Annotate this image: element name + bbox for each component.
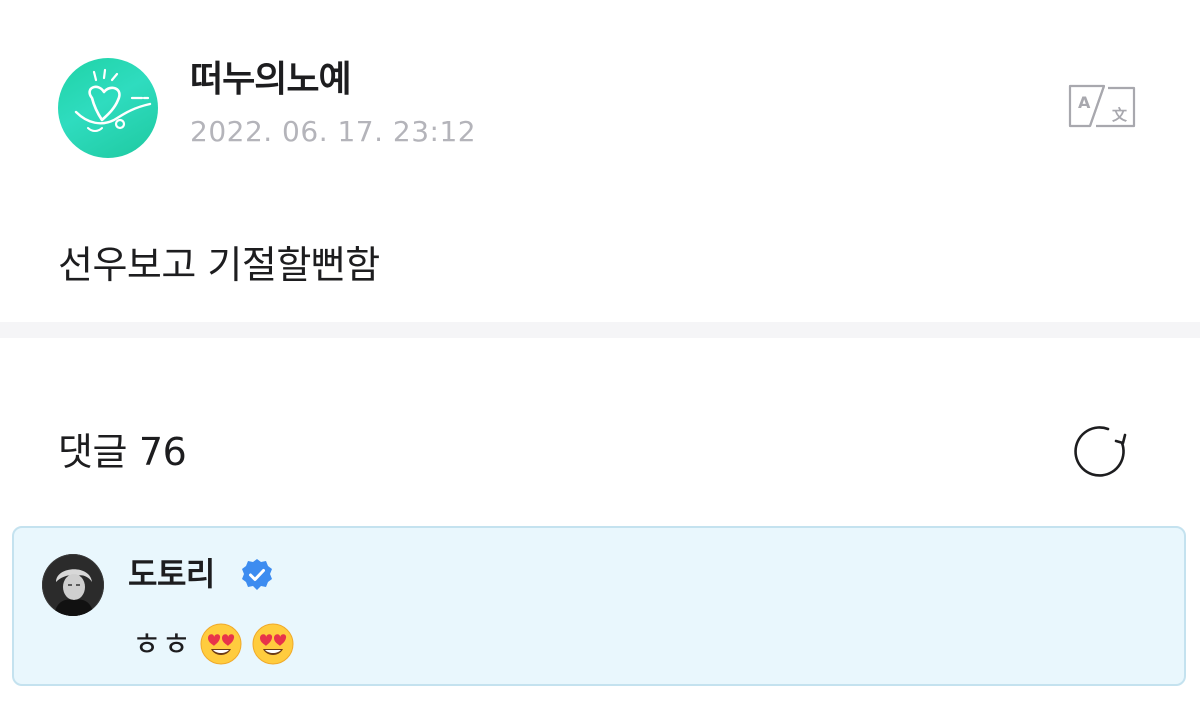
translate-icon: A 文 bbox=[1068, 84, 1136, 128]
author-name[interactable]: 떠누의노예 bbox=[190, 58, 352, 102]
refresh-button[interactable] bbox=[1070, 421, 1132, 483]
post-date: 2022. 06. 17. 23:12 bbox=[190, 115, 477, 148]
comments-label: 댓글 bbox=[58, 430, 127, 474]
commenter-name[interactable]: 도토리 bbox=[128, 554, 215, 594]
comment-item[interactable]: 도토리 ㅎㅎ bbox=[12, 526, 1186, 686]
svg-text:文: 文 bbox=[1112, 106, 1128, 124]
post-body-text: 선우보고 기절할뻔함 bbox=[58, 243, 380, 287]
heart-eyes-emoji-icon bbox=[251, 622, 295, 666]
section-divider bbox=[0, 322, 1200, 338]
comment-text: ㅎㅎ bbox=[132, 622, 295, 666]
verified-badge-icon bbox=[240, 558, 274, 592]
person-photo-icon bbox=[42, 554, 104, 616]
commenter-avatar[interactable] bbox=[42, 554, 104, 616]
refresh-icon bbox=[1074, 426, 1127, 477]
author-avatar[interactable] bbox=[58, 58, 158, 158]
heart-eyes-emoji-icon bbox=[199, 622, 243, 666]
comment-text-content: ㅎㅎ bbox=[132, 625, 191, 663]
svg-text:A: A bbox=[1078, 93, 1091, 112]
comments-count: 76 bbox=[138, 430, 187, 474]
heart-doodle-icon bbox=[74, 68, 152, 132]
translate-button[interactable]: A 文 bbox=[1064, 80, 1140, 132]
comments-header: 댓글 76 bbox=[58, 427, 187, 477]
post-detail-page: 떠누의노예 2022. 06. 17. 23:12 A 文 선우보고 기절할뻔함… bbox=[0, 0, 1200, 719]
